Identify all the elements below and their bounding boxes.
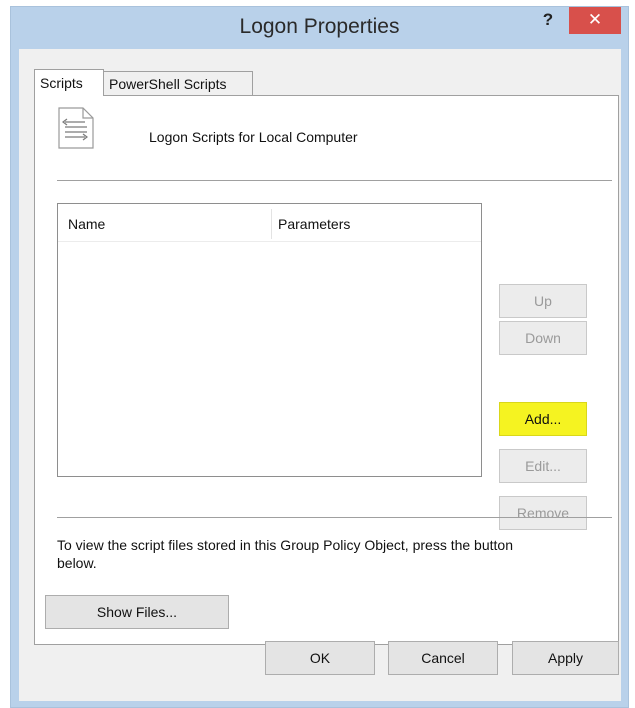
column-header-parameters[interactable]: Parameters — [278, 216, 350, 232]
down-button[interactable]: Down — [499, 321, 587, 355]
title-bar: Logon Properties ? ✕ — [11, 7, 628, 49]
bottom-separator — [57, 517, 612, 518]
list-header-line — [58, 241, 481, 242]
dialog-client-area: Scripts PowerShell Scripts Logon Scripts… — [19, 49, 621, 701]
apply-button[interactable]: Apply — [512, 641, 619, 675]
close-button[interactable]: ✕ — [569, 7, 621, 34]
script-document-icon — [58, 107, 94, 149]
scripts-list[interactable]: Name Parameters — [57, 203, 482, 477]
add-button[interactable]: Add... — [499, 402, 587, 436]
tab-powershell-scripts[interactable]: PowerShell Scripts — [103, 71, 253, 96]
column-divider[interactable] — [271, 209, 272, 239]
help-button[interactable]: ? — [538, 10, 558, 32]
cancel-button[interactable]: Cancel — [388, 641, 498, 675]
remove-button[interactable]: Remove — [499, 496, 587, 530]
show-files-info-text: To view the script files stored in this … — [57, 537, 513, 571]
column-header-name[interactable]: Name — [68, 216, 105, 232]
ok-button[interactable]: OK — [265, 641, 375, 675]
tab-scripts[interactable]: Scripts — [34, 69, 104, 96]
top-separator — [57, 180, 612, 181]
scripts-heading: Logon Scripts for Local Computer — [149, 129, 358, 145]
show-files-button[interactable]: Show Files... — [45, 595, 229, 629]
scripts-tab-panel: Logon Scripts for Local Computer Name Pa… — [34, 95, 619, 645]
dialog-title: Logon Properties — [239, 15, 400, 38]
logon-properties-dialog: Logon Properties ? ✕ Scripts PowerShell … — [10, 6, 629, 708]
edit-button[interactable]: Edit... — [499, 449, 587, 483]
up-button[interactable]: Up — [499, 284, 587, 318]
